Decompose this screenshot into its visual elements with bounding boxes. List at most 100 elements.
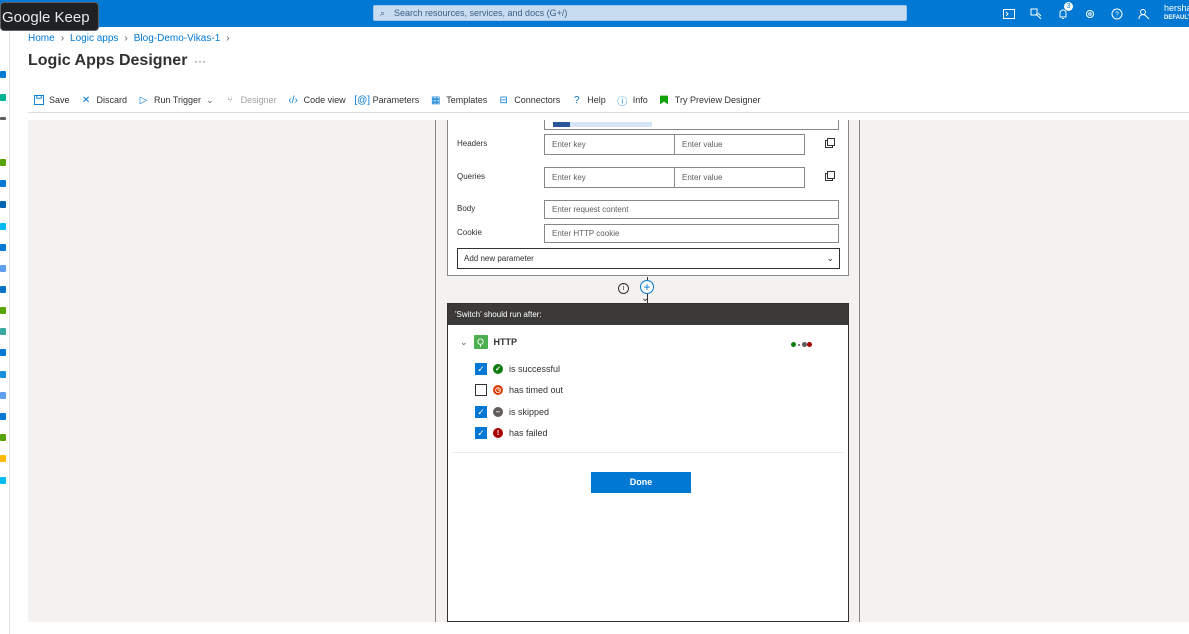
chevron-down-icon: ⌄: [206, 94, 214, 105]
done-button[interactable]: Done: [591, 472, 691, 493]
nav-home-icon[interactable]: [0, 71, 6, 78]
code-view-button[interactable]: ‹/› Code view: [288, 94, 345, 106]
option-label: has timed out: [509, 385, 564, 395]
nav-dashboard-icon[interactable]: [0, 94, 6, 101]
run-trigger-button[interactable]: ▷ Run Trigger ⌄: [138, 95, 214, 106]
body-input[interactable]: Enter request content: [544, 200, 839, 219]
status-dot: [798, 343, 800, 346]
directory-filter-icon[interactable]: [1022, 6, 1049, 22]
notifications-icon[interactable]: 3: [1049, 2, 1076, 22]
templates-label: Templates: [446, 95, 488, 105]
info-icon: ⓘ: [617, 96, 628, 108]
nav-service-icon[interactable]: [0, 392, 6, 399]
checkbox-checked[interactable]: ✓: [475, 363, 487, 375]
save-button[interactable]: Save: [33, 95, 70, 106]
nav-service-icon[interactable]: [0, 455, 6, 462]
body-label: Body: [457, 204, 476, 213]
status-summary: [791, 342, 812, 347]
nav-service-icon[interactable]: [0, 244, 6, 251]
nav-service-icon[interactable]: [0, 413, 6, 420]
nav-service-icon[interactable]: [0, 328, 6, 335]
code-icon: ‹/›: [288, 94, 298, 106]
cloud-shell-icon[interactable]: [995, 6, 1022, 22]
checkbox-checked[interactable]: ✓: [475, 406, 487, 418]
uri-input[interactable]: [544, 120, 839, 130]
chevron-right-icon: ›: [60, 33, 65, 44]
headers-value-input[interactable]: Enter value: [674, 134, 805, 155]
headers-label: Headers: [457, 139, 488, 148]
breadcrumb-home[interactable]: Home: [28, 33, 55, 44]
cookie-label: Cookie: [457, 228, 482, 237]
option-has-failed[interactable]: ✓ ! has failed: [475, 427, 548, 439]
help-label: Help: [587, 95, 606, 105]
connectors-label: Connectors: [514, 95, 561, 105]
connectors-button[interactable]: ⊟ Connectors: [498, 94, 561, 106]
switch-to-text-icon[interactable]: [825, 170, 835, 181]
play-icon: ▷: [139, 94, 148, 106]
dynamic-content-token[interactable]: [570, 122, 652, 127]
checkbox-checked[interactable]: ✓: [475, 427, 487, 439]
option-label: is successful: [509, 364, 561, 374]
option-is-successful[interactable]: ✓ ✓ is successful: [475, 363, 560, 375]
settings-icon[interactable]: [1076, 6, 1103, 22]
templates-icon: ▦: [430, 94, 441, 106]
nav-menu-icon[interactable]: [0, 117, 6, 120]
nav-service-icon[interactable]: [0, 286, 6, 293]
queries-value-input[interactable]: Enter value: [674, 167, 805, 188]
info-icon[interactable]: i: [618, 283, 629, 294]
option-has-timed-out[interactable]: ◷ has timed out: [475, 384, 563, 396]
designer-button[interactable]: ⑂ Designer: [225, 95, 277, 106]
more-options-button[interactable]: ···: [194, 54, 206, 68]
breadcrumb-logic-apps[interactable]: Logic apps: [70, 33, 118, 44]
option-label: is skipped: [509, 407, 550, 417]
timeout-icon: ◷: [493, 385, 503, 395]
nav-service-icon[interactable]: [0, 434, 6, 441]
search-icon: ⌕: [380, 8, 386, 18]
designer-toolbar: Save ✕ Discard ▷ Run Trigger ⌄ ⑂ Designe…: [33, 92, 772, 108]
connectors-icon: ⊟: [499, 94, 508, 106]
breadcrumb-resource[interactable]: Blog-Demo-Vikas-1: [134, 33, 221, 44]
scope-border-right: [859, 120, 860, 622]
checkbox-unchecked[interactable]: [475, 384, 487, 396]
info-button[interactable]: ⓘ Info: [617, 95, 648, 108]
parameters-icon: [@]: [354, 94, 371, 106]
designer-canvas[interactable]: Headers Enter key Enter value Queries En…: [28, 120, 1189, 622]
http-icon: [473, 335, 488, 349]
help-button[interactable]: ? Help: [571, 95, 606, 106]
headers-key-input[interactable]: Enter key: [544, 134, 675, 155]
account-info[interactable]: hersha DEFAULT: [1164, 3, 1189, 23]
page-title: Logic Apps Designer: [28, 52, 188, 69]
nav-service-icon[interactable]: [0, 477, 6, 484]
nav-service-icon[interactable]: [0, 180, 6, 187]
nav-service-icon[interactable]: [0, 371, 6, 378]
divider: [453, 452, 843, 453]
status-dot: [807, 342, 812, 347]
parameters-button[interactable]: [@] Parameters: [354, 94, 420, 106]
parameters-label: Parameters: [372, 95, 420, 105]
switch-to-text-icon[interactable]: [825, 137, 835, 148]
cookie-input[interactable]: Enter HTTP cookie: [544, 224, 839, 243]
feedback-icon[interactable]: [1130, 6, 1157, 22]
nav-service-icon[interactable]: [0, 349, 6, 356]
nav-service-icon[interactable]: [0, 265, 6, 272]
run-after-action-row[interactable]: ⌄ HTTP: [460, 335, 517, 349]
designer-label: Designer: [240, 95, 277, 105]
templates-button[interactable]: ▦ Templates: [430, 95, 487, 106]
search-placeholder: Search resources, services, and docs (G+…: [394, 8, 568, 18]
queries-key-input[interactable]: Enter key: [544, 167, 675, 188]
search-input[interactable]: ⌕ Search resources, services, and docs (…: [373, 5, 907, 21]
dynamic-content-token[interactable]: [553, 122, 570, 127]
help-icon[interactable]: ?: [1103, 6, 1130, 22]
discard-button[interactable]: ✕ Discard: [81, 95, 128, 106]
nav-service-icon[interactable]: [0, 159, 6, 166]
nav-service-icon[interactable]: [0, 307, 6, 314]
try-preview-designer-button[interactable]: Try Preview Designer: [659, 95, 761, 106]
account-name: hersha: [1164, 3, 1189, 13]
svg-text:?: ?: [1115, 12, 1119, 19]
nav-service-icon[interactable]: [0, 223, 6, 230]
add-new-parameter-dropdown[interactable]: Add new parameter ⌄: [457, 248, 840, 269]
insert-step-button[interactable]: +: [640, 280, 654, 294]
nav-service-icon[interactable]: [0, 201, 6, 208]
discard-label: Discard: [96, 95, 128, 105]
option-is-skipped[interactable]: ✓ – is skipped: [475, 406, 549, 418]
